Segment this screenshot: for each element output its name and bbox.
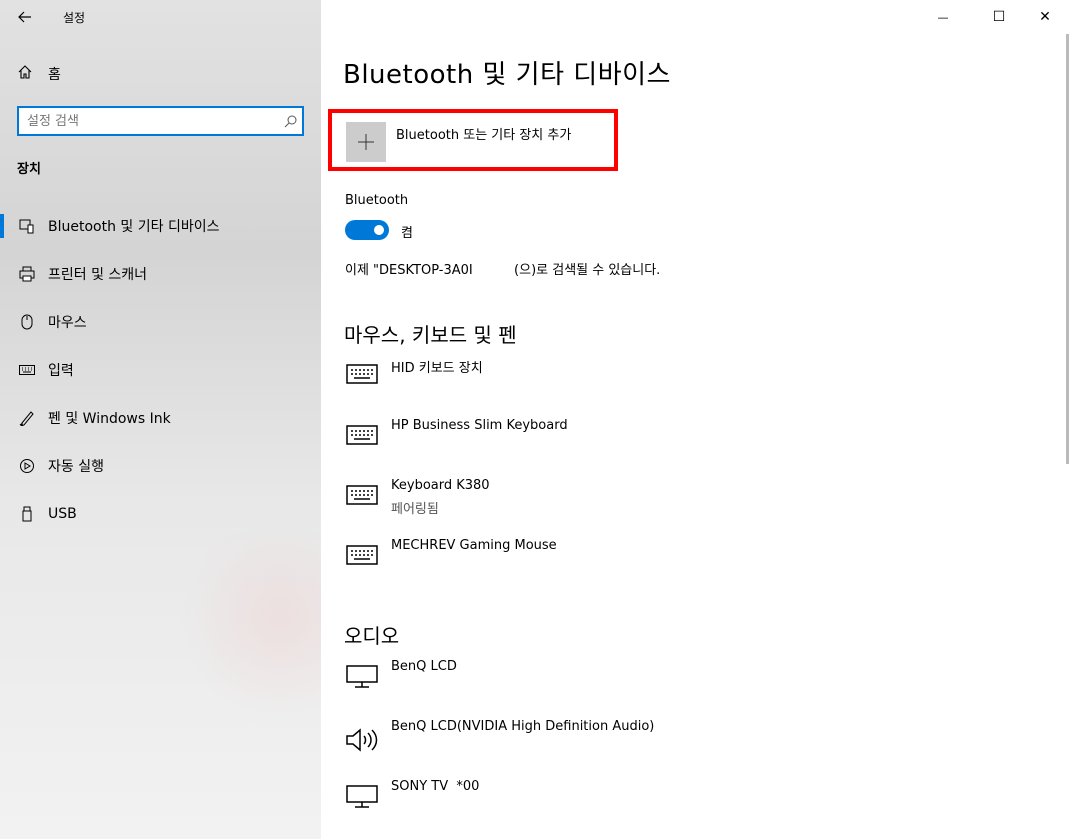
minimize-button[interactable]: — bbox=[920, 0, 966, 34]
search-input[interactable] bbox=[19, 108, 278, 134]
pen-icon bbox=[18, 409, 36, 427]
keyboard-icon bbox=[345, 542, 379, 568]
keyboard-icon bbox=[345, 361, 379, 387]
keyboard-icon bbox=[18, 361, 36, 379]
device-name: BenQ LCD bbox=[391, 659, 457, 674]
device-item[interactable]: MECHREV Gaming Mouse bbox=[345, 538, 745, 586]
plus-icon bbox=[346, 122, 386, 162]
sidebar-item-printers[interactable]: 프린터 및 스캐너 bbox=[0, 250, 321, 298]
printer-icon bbox=[18, 265, 36, 283]
usb-icon bbox=[18, 505, 36, 523]
toggle-state-label: 켬 bbox=[401, 226, 413, 241]
sidebar-item-label: 펜 및 Windows Ink bbox=[48, 411, 171, 427]
speaker-icon bbox=[345, 727, 379, 753]
section-title: 장치 bbox=[17, 162, 41, 177]
device-item[interactable]: HID 키보드 장치 bbox=[345, 357, 745, 405]
group-title-audio: 오디오 bbox=[344, 624, 400, 648]
sidebar-item-bluetooth[interactable]: Bluetooth 및 기타 디바이스 bbox=[0, 202, 321, 250]
device-item[interactable]: BenQ LCD(NVIDIA High Definition Audio) bbox=[345, 719, 745, 767]
page-title: Bluetooth 및 기타 디바이스 bbox=[343, 60, 671, 90]
sidebar-item-usb[interactable]: USB bbox=[0, 490, 321, 538]
group-title-input-devices: 마우스, 키보드 및 펜 bbox=[344, 323, 517, 347]
device-name: Keyboard K380 bbox=[391, 478, 490, 493]
device-item[interactable]: HP Business Slim Keyboard bbox=[345, 418, 745, 466]
sidebar-item-autoplay[interactable]: 자동 실행 bbox=[0, 442, 321, 490]
autoplay-icon bbox=[18, 457, 36, 475]
device-item[interactable]: Keyboard K380 페어링됨 bbox=[345, 478, 745, 526]
sidebar-item-pen[interactable]: 펜 및 Windows Ink bbox=[0, 394, 321, 442]
add-device-label: Bluetooth 또는 기타 장치 추가 bbox=[396, 128, 572, 143]
maximize-button[interactable]: ☐ bbox=[976, 0, 1022, 34]
search-box[interactable] bbox=[17, 106, 304, 136]
device-name: HID 키보드 장치 bbox=[391, 361, 483, 376]
maximize-icon: ☐ bbox=[992, 9, 1006, 25]
sidebar-nav: Bluetooth 및 기타 디바이스 프린터 및 스캐너 마우스 입력 펜 및… bbox=[0, 202, 321, 538]
sidebar-item-label: 프린터 및 스캐너 bbox=[48, 267, 148, 283]
minimize-icon: — bbox=[937, 10, 949, 24]
back-button[interactable] bbox=[12, 6, 38, 28]
monitor-icon bbox=[345, 663, 379, 689]
app-title: 설정 bbox=[63, 11, 86, 25]
title-bar-left: 설정 bbox=[0, 0, 321, 34]
sidebar-item-label: 입력 bbox=[48, 363, 74, 379]
sidebar-item-typing[interactable]: 입력 bbox=[0, 346, 321, 394]
device-name: HP Business Slim Keyboard bbox=[391, 418, 568, 433]
device-name: BenQ LCD(NVIDIA High Definition Audio) bbox=[391, 719, 655, 734]
device-name: MECHREV Gaming Mouse bbox=[391, 538, 557, 553]
sidebar-item-label: Bluetooth 및 기타 디바이스 bbox=[48, 219, 220, 235]
monitor-icon bbox=[345, 783, 379, 809]
sidebar-item-label: 자동 실행 bbox=[48, 459, 104, 475]
device-name: SONY TV *00 bbox=[391, 779, 480, 794]
bluetooth-toggle[interactable] bbox=[345, 220, 389, 240]
close-icon: ✕ bbox=[1039, 9, 1051, 25]
bluetooth-label: Bluetooth bbox=[345, 193, 409, 208]
back-arrow-icon bbox=[18, 11, 31, 23]
device-status: 페어링됨 bbox=[391, 502, 439, 517]
sidebar-item-mouse[interactable]: 마우스 bbox=[0, 298, 321, 346]
toggle-knob bbox=[374, 225, 384, 235]
keyboard-icon bbox=[345, 422, 379, 448]
search-icon[interactable] bbox=[278, 115, 302, 128]
keyboard-icon bbox=[345, 482, 379, 508]
close-button[interactable]: ✕ bbox=[1022, 0, 1068, 34]
main-content: — ☐ ✕ Bluetooth 및 기타 디바이스 Bluetooth 또는 기… bbox=[321, 0, 1070, 839]
mouse-icon bbox=[18, 313, 36, 331]
scrollbar[interactable] bbox=[1064, 34, 1070, 484]
home-nav-item[interactable]: 홈 bbox=[18, 62, 61, 86]
home-icon bbox=[18, 65, 36, 83]
bluetooth-devices-icon bbox=[18, 217, 36, 235]
scrollbar-thumb[interactable] bbox=[1066, 34, 1069, 464]
device-item[interactable]: SONY TV *00 bbox=[345, 779, 745, 827]
sidebar: 설정 홈 장치 Bluetooth 및 기타 디바이스 프린터 및 스캐너 bbox=[0, 0, 321, 839]
add-device-button[interactable]: Bluetooth 또는 기타 장치 추가 bbox=[328, 109, 618, 171]
sidebar-item-label: USB bbox=[48, 506, 77, 522]
device-item[interactable]: BenQ LCD bbox=[345, 659, 745, 707]
home-label: 홈 bbox=[48, 67, 61, 83]
sidebar-item-label: 마우스 bbox=[48, 315, 87, 331]
discoverable-text: 이제 "DESKTOP-3A0I (으)로 검색될 수 있습니다. bbox=[345, 263, 661, 278]
